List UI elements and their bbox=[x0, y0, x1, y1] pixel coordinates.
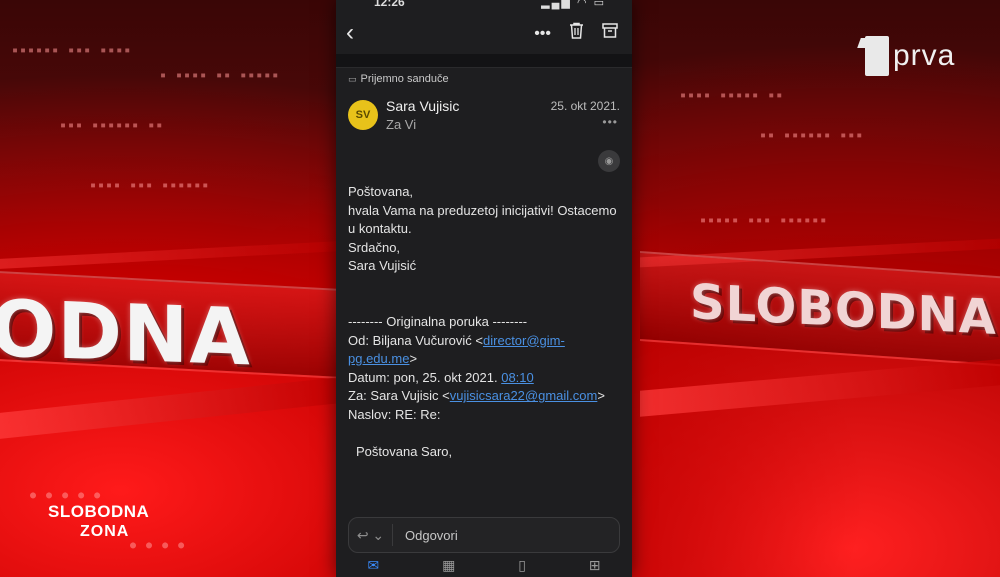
show-logo: SLOBODNA ZONA bbox=[48, 502, 149, 542]
forward-to: Za: Sara Vujisic <vujisicsara22@gmail.co… bbox=[348, 388, 605, 404]
decorative-dots: ● ● ● ● ● bbox=[30, 490, 103, 501]
sender-name[interactable]: Sara Vujisic bbox=[386, 98, 459, 114]
apps-tab-icon[interactable]: ⊞ bbox=[589, 557, 601, 573]
body-line: hvala Vama na preduzetoj inicijativi! Os… bbox=[348, 202, 617, 237]
bottom-tab-bar: ✉ ▦ ▯ ⊞ bbox=[336, 557, 632, 577]
background-stripe bbox=[640, 359, 1000, 417]
message-more-icon[interactable]: ••• bbox=[602, 115, 618, 129]
phone-screen: 12:26 ▂▄▆ ◠ ▭ ‹ ••• ▭ Prijemno sanduče S… bbox=[336, 0, 632, 577]
folder-name: Prijemno sanduče bbox=[360, 73, 449, 85]
decorative-dots: ▪▪▪▪▪▪ ▪▪▪ ▪▪▪▪ bbox=[12, 45, 133, 56]
divider bbox=[336, 54, 632, 68]
email-toolbar: ‹ ••• bbox=[336, 12, 632, 54]
time-link[interactable]: 08:10 bbox=[501, 370, 534, 385]
forward-subject: Naslov: RE: Re: bbox=[348, 406, 441, 422]
email-header: SV Sara Vujisic Za Vi 25. okt 2021. ••• bbox=[336, 90, 632, 152]
translate-icon[interactable]: ◉ bbox=[598, 150, 620, 172]
mail-tab-icon[interactable]: ✉ bbox=[367, 557, 379, 573]
email-date: 25. okt 2021. bbox=[550, 99, 620, 113]
back-icon[interactable]: ‹ bbox=[346, 18, 354, 48]
decorative-dots: ▪▪ ▪▪▪▪▪▪ ▪▪▪ bbox=[760, 130, 865, 141]
more-options-icon[interactable]: ••• bbox=[534, 24, 551, 44]
status-bar: 12:26 ▂▄▆ ◠ ▭ bbox=[336, 0, 632, 12]
sender-avatar[interactable]: SV bbox=[348, 100, 378, 130]
toolbar-actions: ••• bbox=[534, 22, 618, 45]
forward-header: -------- Originalna poruka -------- bbox=[348, 313, 528, 329]
status-time: 12:26 bbox=[374, 0, 405, 9]
decorative-dots: ▪▪▪▪ ▪▪▪▪▪ ▪▪ bbox=[680, 90, 785, 101]
show-logo-line2: ZONA bbox=[80, 523, 130, 540]
decorative-dots: ▪▪▪ ▪▪▪▪▪▪ ▪▪ bbox=[60, 120, 165, 131]
background-stripe bbox=[0, 377, 340, 439]
calendar-tab-icon[interactable]: ▦ bbox=[442, 557, 455, 573]
channel-logo-text: prva bbox=[893, 39, 956, 72]
archive-icon[interactable] bbox=[602, 23, 618, 44]
channel-logo-mark bbox=[865, 36, 889, 76]
forward-date: Datum: pon, 25. okt 2021. 08:10 bbox=[348, 369, 534, 385]
decorative-dots: ▪▪▪▪▪ ▪▪▪ ▪▪▪▪▪▪ bbox=[700, 215, 829, 226]
background-show-title: ODNA bbox=[0, 284, 251, 384]
signal-wifi-battery-icon: ▂▄▆ ◠ ▭ bbox=[541, 0, 606, 9]
scroll-fade bbox=[336, 495, 632, 515]
reply-button[interactable]: Odgovori bbox=[393, 528, 458, 543]
to-email-link[interactable]: vujisicsara22@gmail.com bbox=[450, 388, 598, 403]
reply-icon[interactable]: ↩ ⌄ bbox=[349, 524, 393, 546]
quoted-greeting: Poštovana Saro, bbox=[356, 443, 453, 459]
show-logo-line1: SLOBODNA bbox=[48, 502, 150, 521]
background-stripe bbox=[0, 241, 340, 269]
folder-label[interactable]: ▭ Prijemno sanduče bbox=[336, 68, 632, 90]
decorative-dots: ▪▪▪▪ ▪▪▪ ▪▪▪▪▪▪ bbox=[90, 180, 211, 191]
recipient-label[interactable]: Za Vi bbox=[386, 117, 416, 132]
decorative-dots: ▪ ▪▪▪▪ ▪▪ ▪▪▪▪▪ bbox=[160, 70, 281, 81]
reply-bar[interactable]: ↩ ⌄ Odgovori bbox=[348, 517, 620, 553]
folder-icon: ▭ bbox=[348, 73, 357, 84]
body-closing: Srdačno, bbox=[348, 239, 401, 255]
body-signature: Sara Vujisić bbox=[348, 258, 417, 274]
forward-from: Od: Biljana Vučurović <director@gim-pg.e… bbox=[348, 332, 565, 367]
files-tab-icon[interactable]: ▯ bbox=[518, 557, 526, 573]
trash-icon[interactable] bbox=[569, 22, 584, 45]
body-greeting: Poštovana, bbox=[348, 184, 414, 199]
email-body: Poštovana, hvala Vama na preduzetoj inic… bbox=[348, 183, 620, 461]
channel-logo: prva bbox=[865, 36, 975, 76]
